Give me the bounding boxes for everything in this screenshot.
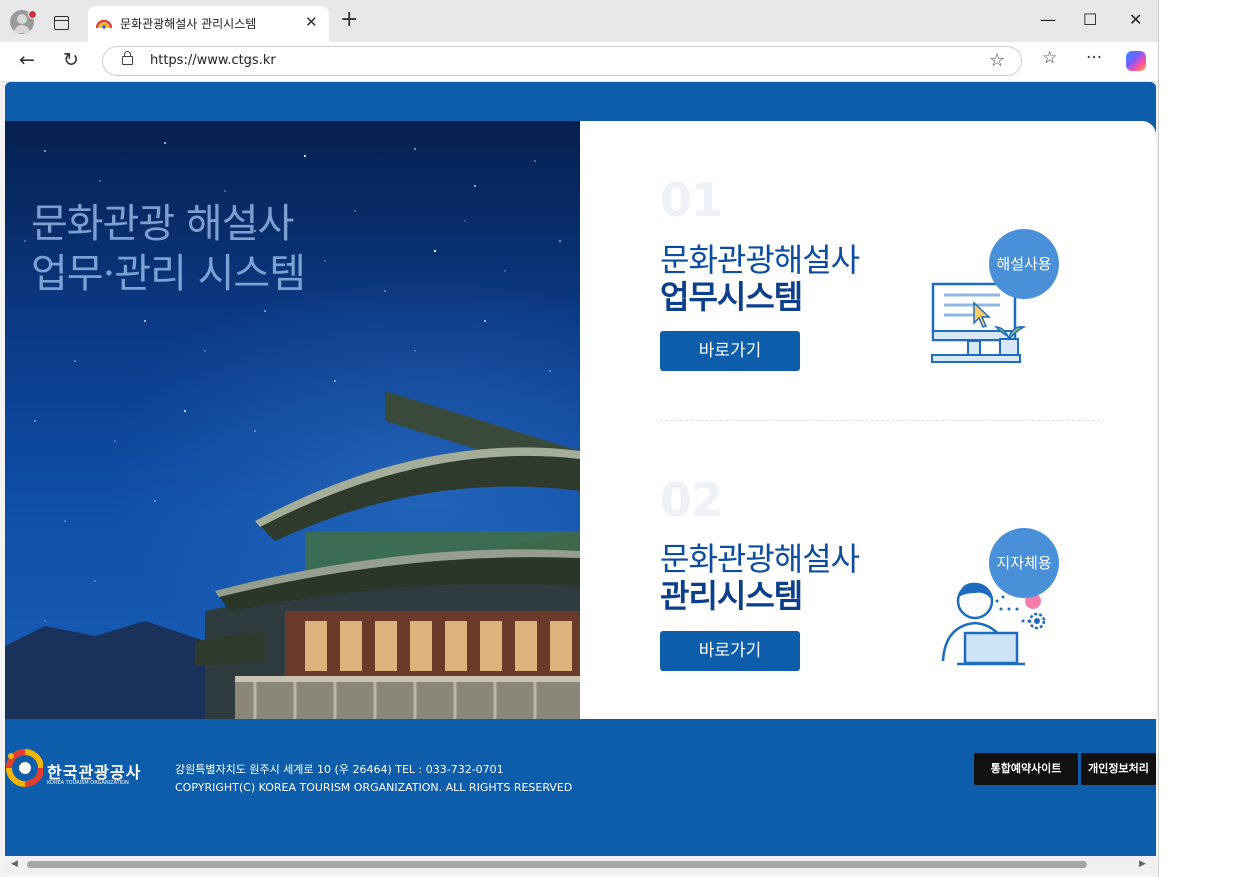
footer-copyright: COPYRIGHT(C) KOREA TOURISM ORGANIZATION.… bbox=[175, 781, 573, 794]
url-text[interactable]: https://www.ctgs.kr bbox=[150, 53, 276, 68]
new-tab-button[interactable]: + bbox=[340, 9, 358, 31]
back-button[interactable]: ← bbox=[19, 50, 35, 70]
hero-title: 문화관광 해설사 업무·관리 시스템 bbox=[31, 199, 306, 299]
page-viewport: 문화관광 해설사 업무·관리 시스템 01 문화관광해설사 업무시스템 바로가기… bbox=[5, 82, 1156, 856]
minimize-button[interactable]: — bbox=[1040, 10, 1056, 29]
address-toolbar: ← ↻ https://www.ctgs.kr ☆ ☆ ··· bbox=[0, 42, 1158, 82]
tab-actions-icon[interactable] bbox=[54, 16, 69, 30]
lock-icon[interactable] bbox=[122, 51, 133, 65]
system-panel: 01 문화관광해설사 업무시스템 바로가기 해설사용 02 문화관광해설사 관리… bbox=[580, 121, 1156, 719]
horizontal-scrollbar[interactable]: ◀ ▶ bbox=[5, 856, 1156, 874]
address-bar[interactable]: https://www.ctgs.kr ☆ bbox=[102, 46, 1022, 76]
favorites-icon[interactable]: ☆ bbox=[1042, 48, 1057, 68]
copilot-icon[interactable] bbox=[1126, 51, 1146, 71]
site-favicon-icon bbox=[96, 19, 112, 29]
section-divider bbox=[660, 420, 1100, 421]
hero-title-line1: 문화관광 해설사 bbox=[31, 201, 294, 247]
system-subtitle-02: 관리시스템 bbox=[660, 577, 803, 615]
badge-guide-use: 해설사용 bbox=[989, 229, 1059, 299]
maximize-button[interactable]: ☐ bbox=[1083, 10, 1097, 29]
hero-title-line2: 업무·관리 시스템 bbox=[31, 251, 306, 297]
system-number-02: 02 bbox=[660, 473, 723, 527]
tab-close-icon[interactable]: ✕ bbox=[305, 13, 318, 31]
system-subtitle-01: 업무시스템 bbox=[660, 278, 803, 316]
system-title-01: 문화관광해설사 bbox=[660, 241, 860, 279]
notification-dot-icon bbox=[28, 10, 37, 19]
palace-illustration bbox=[5, 391, 580, 719]
top-band bbox=[5, 82, 1156, 121]
integrated-reservation-button[interactable]: 통합예약사이트 bbox=[974, 753, 1078, 785]
footer-address: 강원특별자치도 원주시 세계로 10 (우 26464) TEL : 033-7… bbox=[175, 763, 504, 776]
kto-logo-subtitle: KOREA TOURISM ORGANIZATION bbox=[47, 780, 129, 786]
hero-image: 문화관광 해설사 업무·관리 시스템 bbox=[5, 121, 580, 719]
kto-logo-icon[interactable] bbox=[5, 746, 43, 790]
go-button-01[interactable]: 바로가기 bbox=[660, 331, 800, 371]
system-title-02: 문화관광해설사 bbox=[660, 540, 860, 578]
badge-municipality-use: 지자체용 bbox=[989, 528, 1059, 598]
scroll-right-arrow-icon[interactable]: ▶ bbox=[1139, 859, 1146, 869]
close-window-button[interactable]: ✕ bbox=[1129, 10, 1142, 29]
browser-window: 문화관광해설사 관리시스템 ✕ + — ☐ ✕ ← ↻ https://www.… bbox=[0, 0, 1159, 877]
more-menu-icon[interactable]: ··· bbox=[1086, 48, 1102, 68]
tab-title: 문화관광해설사 관리시스템 bbox=[120, 17, 257, 31]
scroll-left-arrow-icon[interactable]: ◀ bbox=[11, 859, 18, 869]
reload-button[interactable]: ↻ bbox=[63, 50, 79, 70]
go-button-02[interactable]: 바로가기 bbox=[660, 631, 800, 671]
system-number-01: 01 bbox=[660, 173, 723, 227]
tab-strip: 문화관광해설사 관리시스템 ✕ + — ☐ ✕ bbox=[0, 0, 1158, 42]
privacy-policy-button[interactable]: 개인정보처리 bbox=[1081, 753, 1156, 785]
add-favorite-star-icon[interactable]: ☆ bbox=[989, 50, 1005, 71]
scrollbar-thumb[interactable] bbox=[27, 861, 1087, 868]
active-tab[interactable]: 문화관광해설사 관리시스템 ✕ bbox=[88, 6, 329, 42]
footer: 한국관광공사 KOREA TOURISM ORGANIZATION 강원특별자치… bbox=[5, 719, 1156, 856]
